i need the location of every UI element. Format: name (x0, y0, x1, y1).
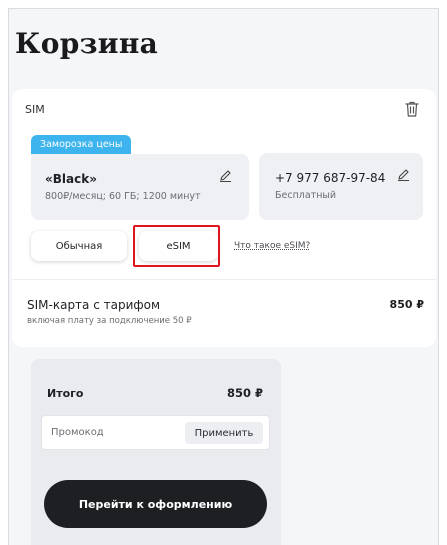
line-item-name: SIM-карта с тарифом (27, 298, 161, 312)
phone-number-status: Бесплатный (275, 190, 337, 201)
order-summary: Итого 850 ₽ Применить Перейти к оформлен… (31, 359, 281, 545)
phone-number-tile[interactable]: +7 977 687-97-84 Бесплатный (259, 153, 423, 220)
page-title: Корзина (15, 27, 159, 60)
sim-type-regular-option[interactable]: Обычная (31, 231, 127, 261)
line-item-subtext: включая плату за подключение 50 ₽ (27, 316, 192, 326)
apply-promo-button[interactable]: Применить (185, 422, 263, 444)
item-type-label: SIM (25, 103, 45, 116)
esim-info-link[interactable]: Что такое eSIM? (234, 241, 310, 251)
pencil-icon[interactable] (397, 168, 410, 181)
line-item-price: 850 ₽ (389, 298, 424, 311)
tariff-name: «Black» (45, 172, 97, 186)
app-frame: Корзина SIM Заморозка цены «Black» 800₽/… (8, 8, 439, 545)
tariff-tile[interactable]: «Black» 800₽/месяц; 60 ГБ; 1200 минут (31, 154, 249, 220)
pencil-icon[interactable] (219, 169, 232, 182)
promo-code-input[interactable] (42, 416, 182, 449)
total-label: Итого (47, 387, 84, 400)
esim-selection-highlight (133, 225, 220, 267)
total-value: 850 ₽ (226, 386, 263, 400)
phone-number: +7 977 687-97-84 (275, 171, 386, 185)
price-freeze-badge: Заморозка цены (31, 135, 132, 154)
promo-code-box: Применить (41, 415, 270, 450)
trash-icon[interactable] (404, 100, 420, 118)
cart-item-card: SIM Заморозка цены «Black» 800₽/месяц; 6… (12, 89, 436, 347)
tariff-details: 800₽/месяц; 60 ГБ; 1200 минут (45, 191, 201, 202)
divider (12, 279, 436, 280)
checkout-button[interactable]: Перейти к оформлению (44, 480, 267, 528)
